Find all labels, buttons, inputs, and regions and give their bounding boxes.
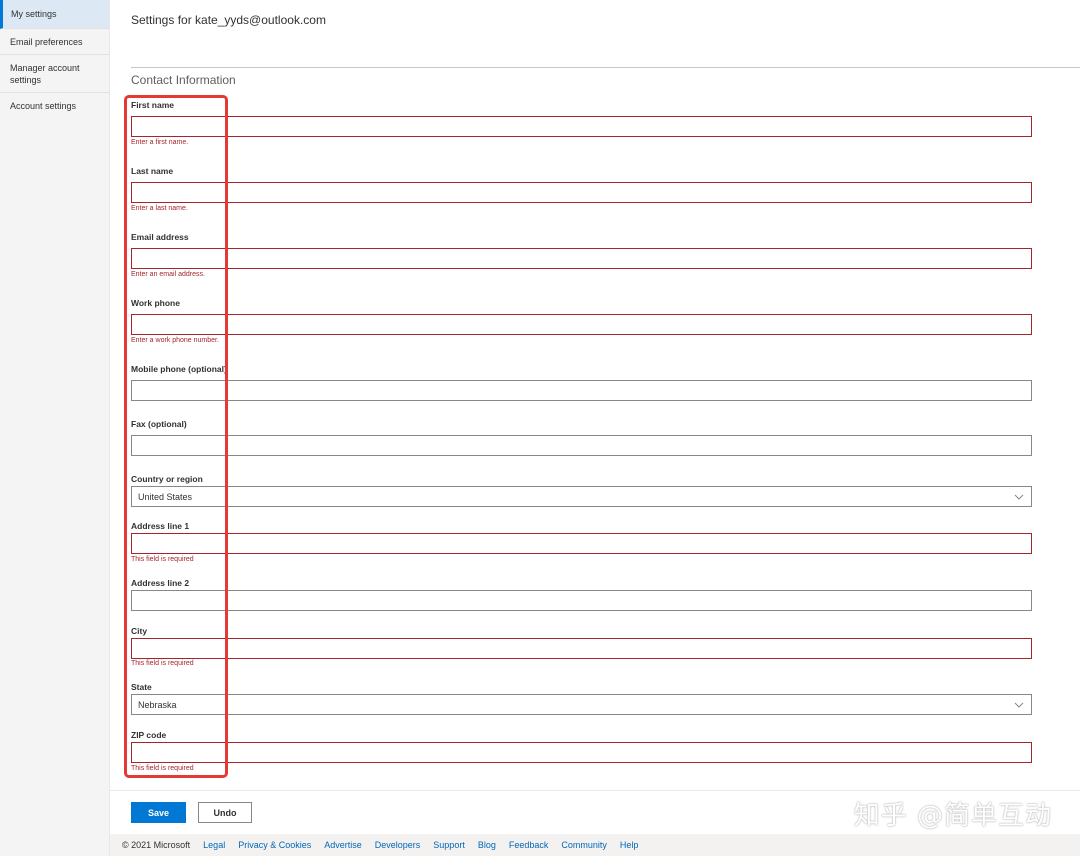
- work-phone-error: Enter a work phone number.: [131, 337, 219, 344]
- section-title: Contact Information: [131, 73, 236, 87]
- footer-link-community[interactable]: Community: [561, 840, 607, 850]
- main-content: Settings for kate_yyds@outlook.com Conta…: [110, 0, 1080, 856]
- country-select-value: United States: [138, 491, 193, 502]
- sidebar-item-label: Email preferences: [10, 36, 83, 47]
- city-label: City: [131, 626, 148, 636]
- fax-field[interactable]: [131, 435, 1032, 456]
- footer-copyright: © 2021 Microsoft: [122, 840, 191, 850]
- sidebar-item-my-settings[interactable]: My settings: [0, 0, 109, 29]
- page-title: Settings for kate_yyds@outlook.com: [131, 13, 326, 27]
- last-name-field[interactable]: [131, 182, 1032, 203]
- address-line-2-field[interactable]: [131, 590, 1032, 611]
- chevron-down-icon: [1014, 494, 1024, 500]
- country-select[interactable]: United States: [131, 486, 1032, 507]
- watermark: 知乎 @简单互动: [853, 801, 1052, 831]
- last-name-error: Enter a last name.: [131, 205, 188, 212]
- sidebar-item-label: Account settings: [10, 100, 77, 111]
- address-line-2-label: Address line 2: [131, 578, 190, 588]
- sidebar-item-email-preferences[interactable]: Email preferences: [0, 29, 109, 55]
- address-line-1-field[interactable]: [131, 533, 1032, 554]
- last-name-label: Last name: [131, 166, 174, 176]
- address-line-1-label: Address line 1: [131, 521, 190, 531]
- footer-link-help[interactable]: Help: [620, 840, 639, 850]
- sidebar-item-account-settings[interactable]: Account settings: [0, 93, 109, 118]
- first-name-label: First name: [131, 100, 174, 110]
- sidebar-item-manager-account-settings[interactable]: Manager account settings: [0, 55, 109, 93]
- footer-link-developers[interactable]: Developers: [375, 840, 421, 850]
- mobile-phone-field[interactable]: [131, 380, 1032, 401]
- state-select-value: Nebraska: [138, 699, 177, 710]
- sidebar-item-label: My settings: [11, 9, 57, 19]
- email-label: Email address: [131, 232, 189, 242]
- chevron-down-icon: [1014, 702, 1024, 708]
- country-label: Country or region: [131, 474, 203, 484]
- city-field[interactable]: [131, 638, 1032, 659]
- first-name-error: Enter a first name.: [131, 139, 189, 146]
- footer-link-support[interactable]: Support: [433, 840, 465, 850]
- footer-link-legal[interactable]: Legal: [203, 840, 225, 850]
- address-line-1-error: This field is required: [131, 556, 194, 563]
- undo-button[interactable]: Undo: [198, 802, 252, 823]
- footer-link-privacy[interactable]: Privacy & Cookies: [238, 840, 311, 850]
- state-select[interactable]: Nebraska: [131, 694, 1032, 715]
- email-field[interactable]: [131, 248, 1032, 269]
- footer-link-feedback[interactable]: Feedback: [509, 840, 549, 850]
- sidebar-item-label: Manager account settings: [10, 62, 80, 85]
- work-phone-label: Work phone: [131, 298, 180, 308]
- zip-code-label: ZIP code: [131, 730, 167, 740]
- mobile-phone-label: Mobile phone (optional): [131, 364, 227, 374]
- section-divider: [131, 67, 1080, 68]
- footer: © 2021 Microsoft Legal Privacy & Cookies…: [110, 834, 1080, 856]
- city-error: This field is required: [131, 660, 194, 667]
- sidebar: My settings Email preferences Manager ac…: [0, 0, 110, 856]
- save-button[interactable]: Save: [131, 802, 186, 823]
- button-bar-divider: [110, 790, 1080, 791]
- email-error: Enter an email address.: [131, 271, 205, 278]
- work-phone-field[interactable]: [131, 314, 1032, 335]
- zip-code-error: This field is required: [131, 765, 194, 772]
- zip-code-field[interactable]: [131, 742, 1032, 763]
- state-label: State: [131, 682, 152, 692]
- fax-label: Fax (optional): [131, 419, 187, 429]
- footer-link-blog[interactable]: Blog: [478, 840, 496, 850]
- footer-link-advertise[interactable]: Advertise: [324, 840, 362, 850]
- first-name-field[interactable]: [131, 116, 1032, 137]
